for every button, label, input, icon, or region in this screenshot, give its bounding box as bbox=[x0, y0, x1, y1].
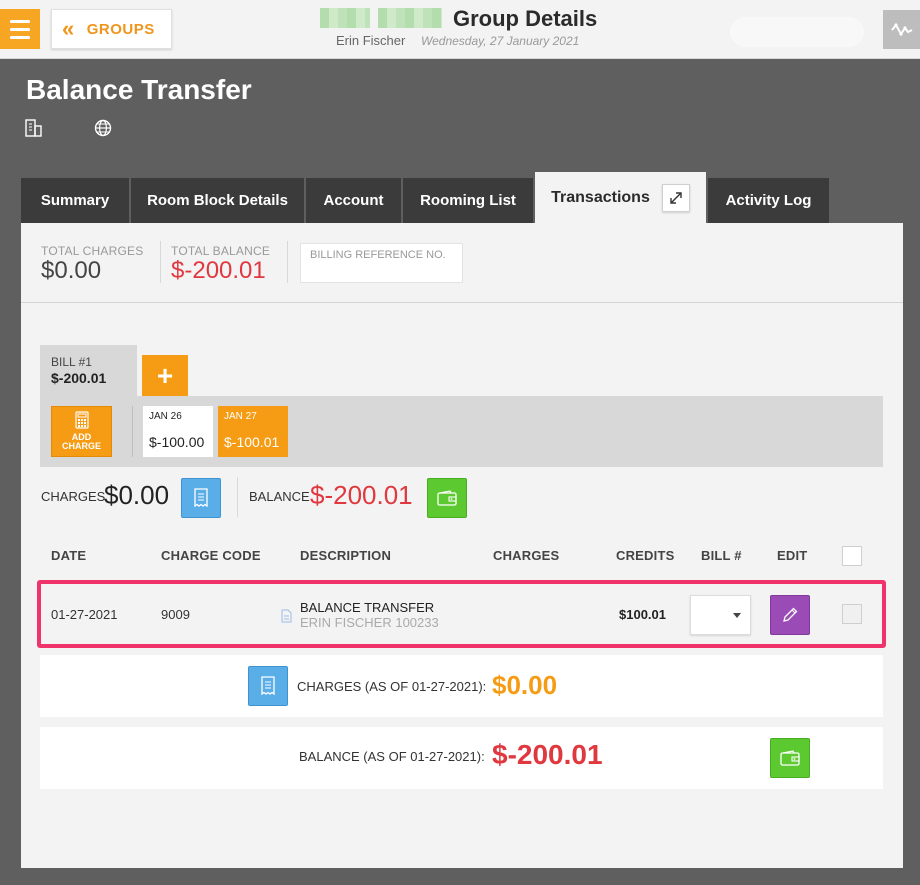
day-value: $-100.01 bbox=[224, 434, 280, 450]
total-balance-label: TOTAL BALANCE bbox=[171, 244, 271, 258]
tab-room-block-details[interactable]: Room Block Details bbox=[131, 178, 304, 223]
tab-rooming-list[interactable]: Rooming List bbox=[403, 178, 533, 223]
column-header-credits: CREDITS bbox=[616, 548, 675, 563]
tab-summary[interactable]: Summary bbox=[21, 178, 129, 223]
bill-number-select[interactable] bbox=[690, 595, 751, 635]
page-title: Balance Transfer bbox=[26, 74, 252, 105]
total-charges-label: TOTAL CHARGES bbox=[41, 244, 144, 258]
receipt-icon bbox=[194, 488, 208, 508]
double-chevron-left-icon: « bbox=[62, 16, 75, 41]
document-icon bbox=[281, 609, 292, 623]
expand-icon bbox=[670, 192, 682, 204]
charges-label: CHARGES bbox=[41, 489, 106, 504]
wallet-button[interactable] bbox=[427, 478, 467, 518]
globe-icon[interactable] bbox=[94, 119, 112, 137]
tab-activity-log[interactable]: Activity Log bbox=[708, 178, 829, 223]
day-label: JAN 27 bbox=[224, 411, 257, 422]
balance-value: $-200.01 bbox=[310, 480, 413, 510]
charges-value: $0.00 bbox=[104, 480, 170, 510]
bill-value: $-200.01 bbox=[51, 370, 107, 386]
tab-account[interactable]: Account bbox=[306, 178, 401, 223]
chevron-down-icon bbox=[733, 613, 741, 618]
balance-as-of-value: $-200.01 bbox=[492, 739, 603, 770]
receipt-button[interactable] bbox=[181, 478, 221, 518]
day-jan-27[interactable]: JAN 27 $-100.01 bbox=[218, 406, 288, 457]
pencil-icon bbox=[783, 607, 798, 622]
day-label: JAN 26 bbox=[149, 411, 182, 422]
tab-transactions-label: Transactions bbox=[551, 189, 650, 206]
calculator-icon bbox=[74, 411, 89, 429]
search-field[interactable] bbox=[730, 17, 864, 47]
redacted-name-block bbox=[378, 8, 442, 28]
add-charge-label-2: CHARGE bbox=[61, 441, 101, 451]
transactions-panel: TOTAL CHARGES $0.00 TOTAL BALANCE $-200.… bbox=[21, 223, 903, 868]
row-date: 01-27-2021 bbox=[51, 607, 118, 622]
total-charges-value: $0.00 bbox=[41, 257, 102, 284]
edit-button[interactable] bbox=[770, 595, 810, 635]
header-date: Wednesday, 27 January 2021 bbox=[421, 34, 580, 48]
select-all-checkbox[interactable] bbox=[842, 546, 862, 566]
column-header-bill: BILL # bbox=[701, 548, 742, 563]
add-charge-button[interactable]: ADD CHARGE bbox=[51, 406, 112, 457]
row-charge-code: 9009 bbox=[161, 607, 190, 622]
charges-as-of-value: $0.00 bbox=[492, 670, 558, 700]
day-value: $-100.00 bbox=[149, 434, 205, 450]
wallet-icon bbox=[780, 750, 800, 766]
redacted-name-block bbox=[320, 8, 370, 28]
activity-graph-icon bbox=[890, 22, 912, 36]
balance-label: BALANCE bbox=[249, 489, 310, 504]
column-header-edit: EDIT bbox=[777, 548, 808, 563]
row-credits: $100.01 bbox=[619, 607, 666, 622]
column-header-date: DATE bbox=[51, 548, 87, 563]
total-balance-value: $-200.01 bbox=[171, 257, 266, 284]
add-bill-button[interactable]: + bbox=[142, 355, 188, 397]
row-select-checkbox[interactable] bbox=[842, 604, 862, 624]
row-description: BALANCE TRANSFER bbox=[300, 600, 435, 615]
receipt-icon bbox=[261, 676, 275, 696]
balance-as-of-label: BALANCE (AS OF 01-27-2021): bbox=[299, 749, 485, 764]
column-header-charge-code: CHARGE CODE bbox=[161, 548, 261, 563]
billing-reference-input[interactable]: BILLING REFERENCE NO. bbox=[300, 243, 463, 283]
top-bar: « GROUPS Group Details Erin Fischer Wedn… bbox=[0, 0, 920, 59]
day-jan-26[interactable]: JAN 26 $-100.00 bbox=[143, 406, 213, 457]
header-title: Group Details bbox=[453, 6, 598, 31]
expand-button[interactable] bbox=[661, 184, 690, 212]
row-sub-description: ERIN FISCHER 100233 bbox=[300, 615, 439, 630]
bill-label: BILL #1 bbox=[51, 355, 92, 369]
tab-transactions[interactable]: Transactions bbox=[535, 172, 706, 224]
wallet-button[interactable] bbox=[770, 738, 810, 778]
column-header-description: DESCRIPTION bbox=[300, 548, 392, 563]
groups-back-button[interactable]: « GROUPS bbox=[51, 9, 172, 49]
column-header-charges: CHARGES bbox=[493, 548, 560, 563]
hamburger-icon bbox=[10, 19, 30, 23]
building-icon[interactable] bbox=[25, 119, 42, 137]
bill-tab[interactable]: BILL #1 $-200.01 bbox=[40, 345, 137, 397]
receipt-button[interactable] bbox=[248, 666, 288, 706]
activity-button[interactable] bbox=[883, 10, 920, 49]
header-user: Erin Fischer bbox=[336, 33, 406, 48]
charges-as-of-label: CHARGES (AS OF 01-27-2021): bbox=[297, 679, 487, 694]
hamburger-menu-button[interactable] bbox=[0, 9, 40, 49]
groups-back-label: GROUPS bbox=[86, 20, 155, 38]
wallet-icon bbox=[437, 490, 457, 506]
